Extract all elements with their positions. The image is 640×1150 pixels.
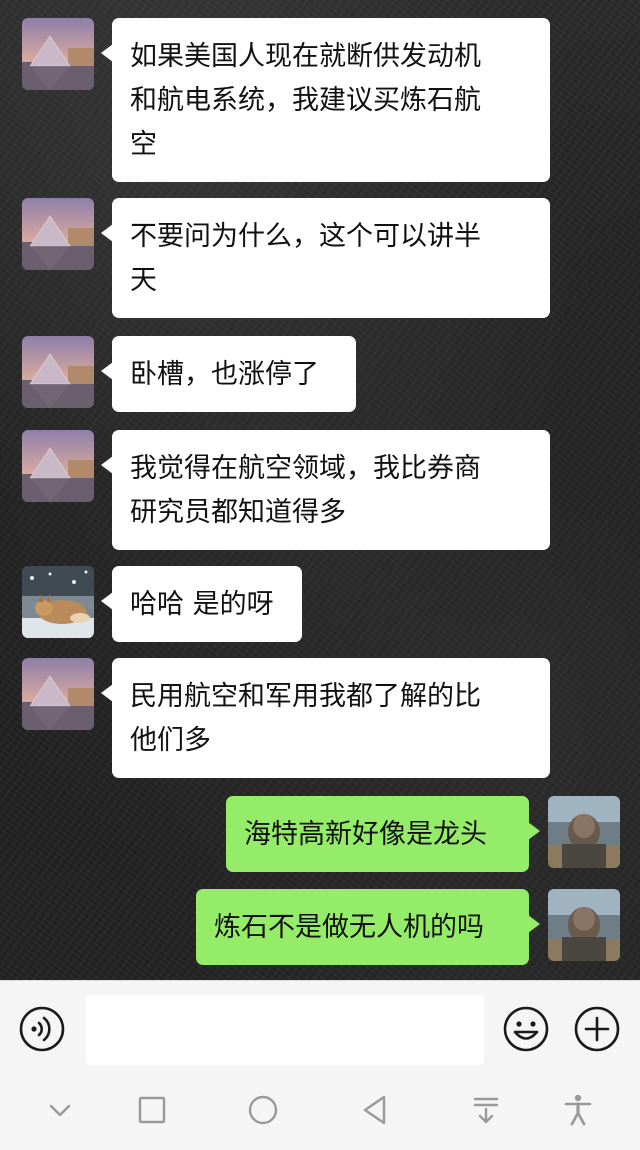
chevron-down-icon[interactable] [42, 1092, 78, 1128]
emoji-icon[interactable] [502, 1005, 550, 1053]
self-photo-avatar[interactable] [548, 889, 620, 961]
outgoing-message-bubble[interactable]: 炼石不是做无人机的吗 [196, 889, 540, 965]
pull-down-icon[interactable] [468, 1092, 504, 1128]
message-input[interactable] [86, 995, 484, 1065]
incoming-message-bubble[interactable]: 如果美国人现在就断供发动机 和航电系统，我建议买炼石航 空 [101, 18, 550, 182]
outgoing-message-bubble[interactable]: 海特高新好像是龙头 [226, 796, 540, 872]
chat-message-list[interactable]: 如果美国人现在就断供发动机 和航电系统，我建议买炼石航 空 不要问为什么，这个可… [0, 0, 640, 980]
back-icon[interactable] [357, 1092, 393, 1128]
louvre-pyramid-avatar[interactable] [22, 658, 94, 730]
fox-in-snow-avatar[interactable] [22, 566, 94, 638]
louvre-pyramid-avatar[interactable] [22, 198, 94, 270]
incoming-message-bubble[interactable]: 卧槽，也涨停了 [101, 336, 356, 412]
accessibility-icon[interactable] [560, 1092, 596, 1128]
louvre-pyramid-avatar[interactable] [22, 336, 94, 408]
system-navigation-bar [0, 1070, 640, 1150]
incoming-message-bubble[interactable]: 哈哈 是的呀 [101, 566, 302, 642]
incoming-message-bubble[interactable]: 民用航空和军用我都了解的比 他们多 [101, 658, 550, 778]
voice-icon[interactable] [18, 1005, 66, 1053]
louvre-pyramid-avatar[interactable] [22, 430, 94, 502]
plus-icon[interactable] [573, 1005, 621, 1053]
chat-input-bar [0, 980, 640, 1070]
incoming-message-bubble[interactable]: 我觉得在航空领域，我比券商 研究员都知道得多 [101, 430, 550, 550]
self-photo-avatar[interactable] [548, 796, 620, 868]
incoming-message-bubble[interactable]: 不要问为什么，这个可以讲半 天 [101, 198, 550, 318]
louvre-pyramid-avatar[interactable] [22, 18, 94, 90]
home-icon[interactable] [245, 1092, 281, 1128]
recents-icon[interactable] [134, 1092, 170, 1128]
